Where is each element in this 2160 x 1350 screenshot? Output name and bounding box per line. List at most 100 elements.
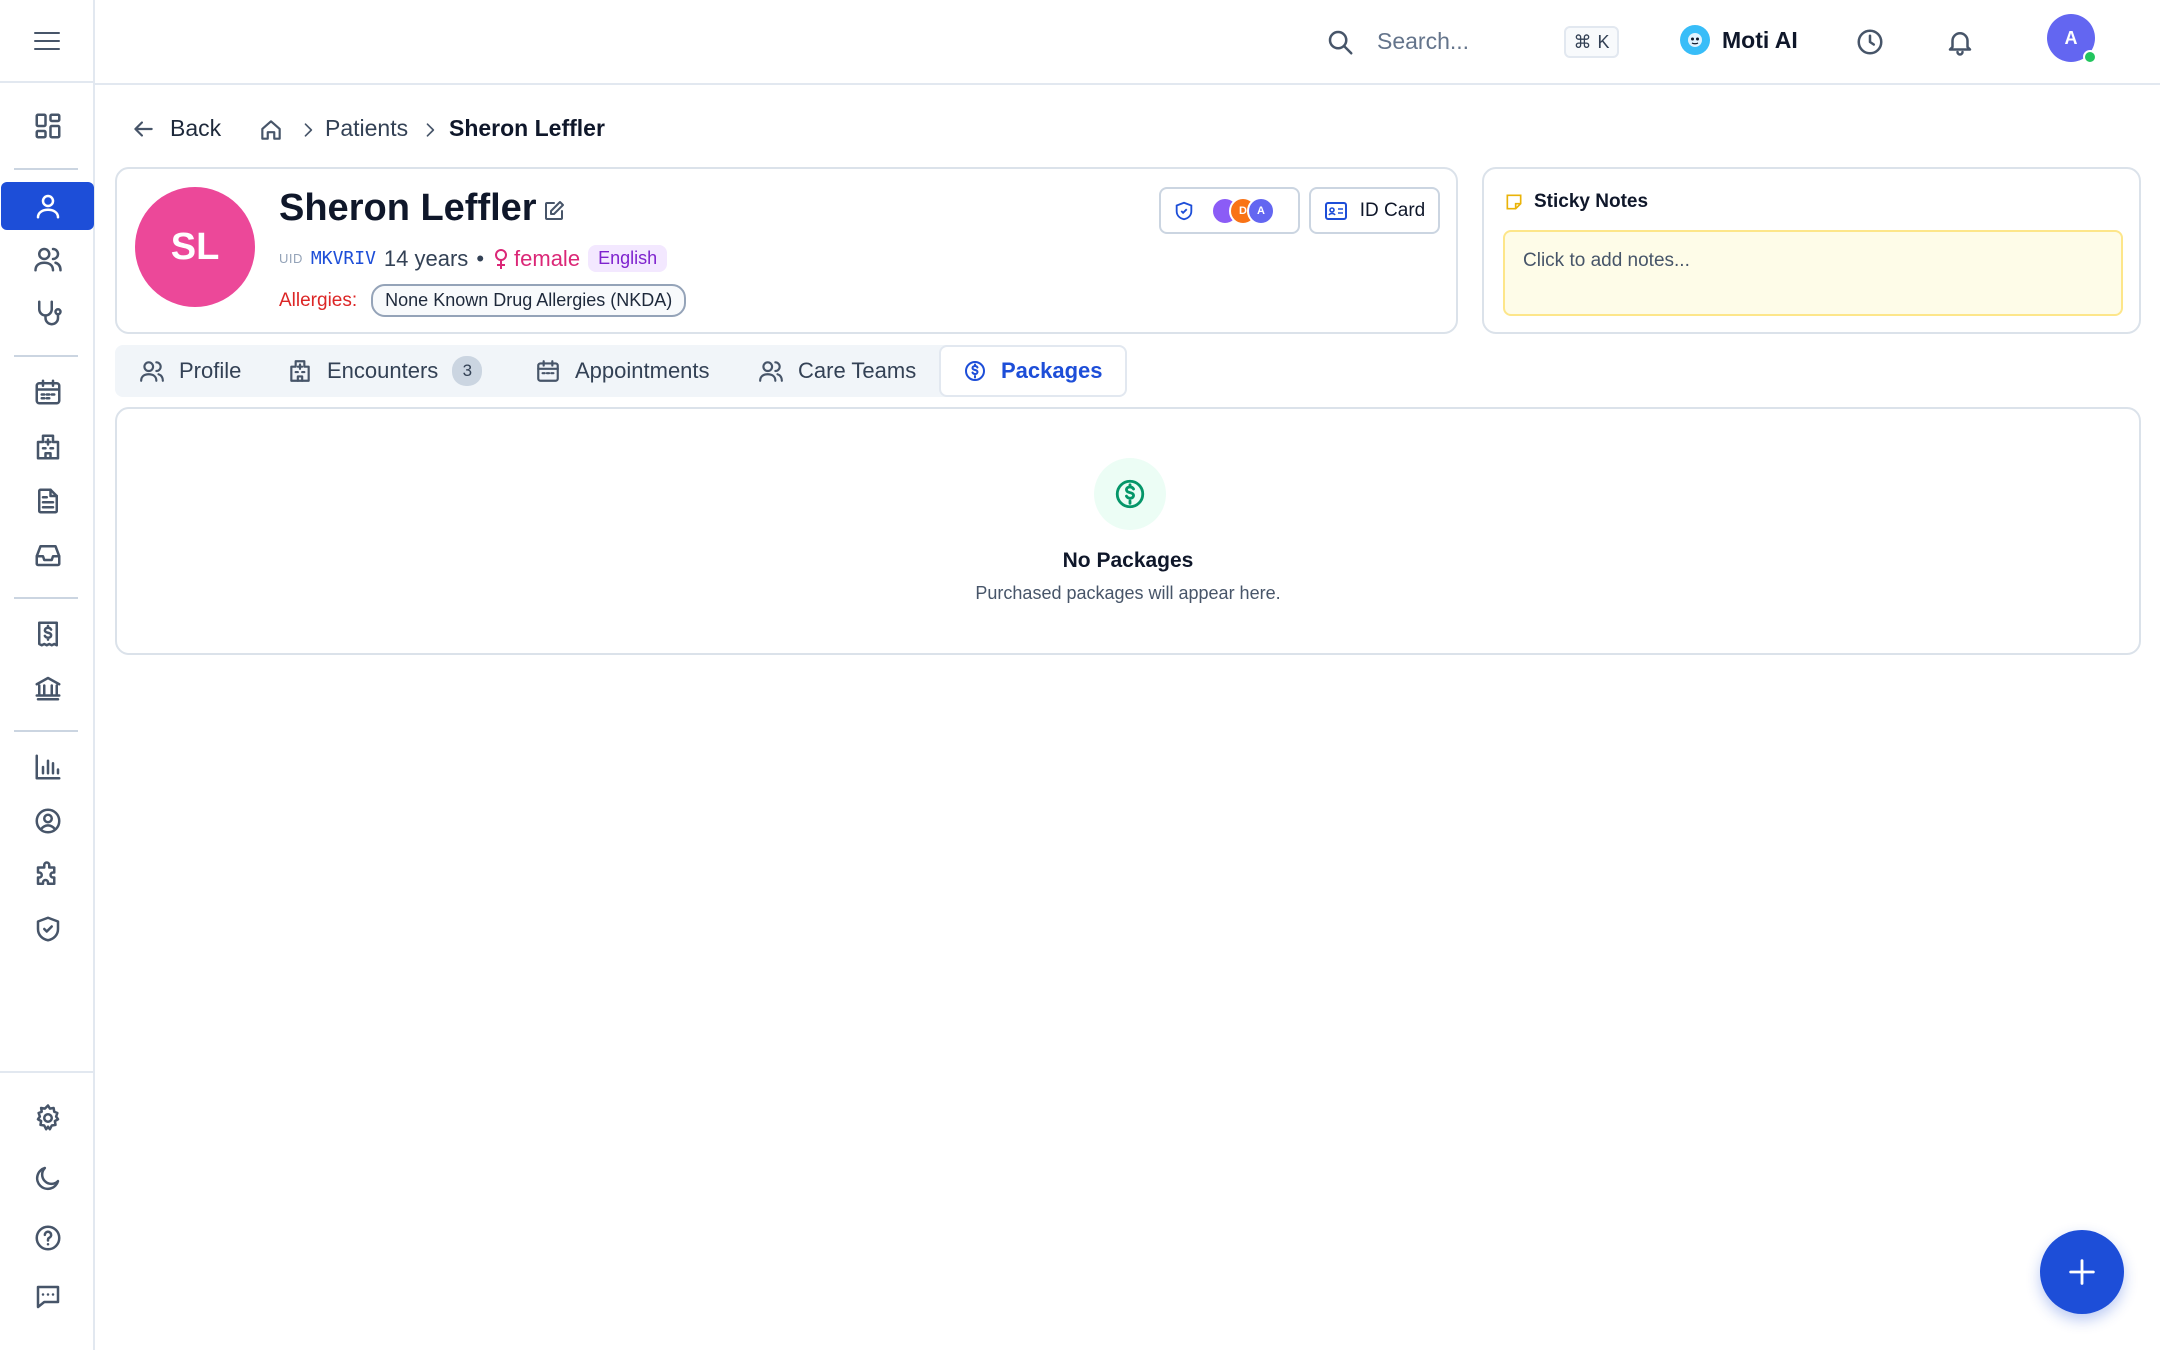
gear-icon <box>33 1103 63 1133</box>
sidebar-header <box>0 0 93 83</box>
tab-label: Encounters <box>327 358 439 383</box>
add-button[interactable] <box>2040 1230 2124 1314</box>
chevron-right-icon <box>298 120 318 140</box>
users-icon <box>139 358 165 384</box>
sidebar-divider <box>14 730 78 732</box>
patient-avatar: SL <box>135 187 255 307</box>
calendar-icon <box>535 358 561 384</box>
sidebar-divider <box>14 355 78 357</box>
hospital-icon <box>287 358 313 384</box>
sidebar-item-calendar[interactable] <box>0 368 95 416</box>
allergy-chip[interactable]: None Known Drug Allergies (NKDA) <box>371 284 687 317</box>
shortcut-key: K <box>1597 31 1610 52</box>
sticky-notes-input[interactable]: Click to add notes... <box>1503 230 2123 316</box>
plus-icon <box>2065 1255 2099 1289</box>
users-icon <box>758 358 784 384</box>
female-icon <box>492 248 510 270</box>
sidebar-item-security[interactable] <box>0 905 95 953</box>
puzzle-icon <box>33 860 63 890</box>
sidebar-item-settings[interactable] <box>0 1094 95 1142</box>
sidebar-divider <box>0 1071 95 1073</box>
dollar-circle-icon <box>963 359 987 383</box>
shield-icon <box>33 914 63 944</box>
tab-label: Profile <box>179 358 242 383</box>
sidebar-item-accounts[interactable] <box>0 797 95 845</box>
id-card-button[interactable]: ID Card <box>1309 187 1440 234</box>
tab-encounters[interactable]: Encounters 3 <box>287 345 483 397</box>
care-team-button[interactable]: D A <box>1159 187 1300 234</box>
language-badge: English <box>588 245 668 272</box>
sidebar-item-integrations[interactable] <box>0 851 95 899</box>
sidebar-item-inbox[interactable] <box>0 531 95 579</box>
calendar-icon <box>33 377 63 407</box>
sidebar-item-help[interactable] <box>0 1214 95 1262</box>
tab-label: Packages <box>1001 358 1103 383</box>
patient-gender: female <box>492 246 580 272</box>
sidebar-divider <box>14 168 78 170</box>
note-icon <box>1504 192 1524 212</box>
users-icon <box>33 244 63 274</box>
dollar-circle-icon <box>1094 458 1166 530</box>
sidebar-item-patient[interactable] <box>1 182 94 230</box>
top-header: Search... ⌘ K Moti AI A <box>95 0 2160 85</box>
patient-tabs: Profile Encounters 3 Appointments Care T… <box>115 345 1127 397</box>
tab-profile[interactable]: Profile <box>139 345 241 397</box>
sidebar-item-patients[interactable] <box>0 235 95 283</box>
tab-appointments[interactable]: Appointments <box>535 345 710 397</box>
tab-label: Appointments <box>575 358 710 383</box>
bank-icon <box>33 673 63 703</box>
care-team-avatars: D A <box>1211 196 1275 225</box>
tab-packages[interactable]: Packages <box>939 345 1127 397</box>
encounters-count-badge: 3 <box>452 356 483 386</box>
assistant-label: Moti AI <box>1722 26 1798 53</box>
id-card-label: ID Card <box>1359 199 1426 221</box>
sidebar-item-billing[interactable] <box>0 610 95 658</box>
care-team-avatar: A <box>1247 196 1275 225</box>
sidebar-item-theme[interactable] <box>0 1154 95 1202</box>
help-icon <box>33 1223 63 1253</box>
assistant-logo-icon <box>1680 25 1710 55</box>
empty-state-subtitle: Purchased packages will appear here. <box>975 583 1281 603</box>
breadcrumb-patients[interactable]: Patients <box>325 115 408 142</box>
menu-icon[interactable] <box>32 29 62 53</box>
sidebar-item-insurance[interactable] <box>0 664 95 712</box>
arrow-left-icon <box>130 116 156 142</box>
sticky-notes-title: Sticky Notes <box>1534 191 1649 212</box>
sidebar-item-reports[interactable] <box>0 743 95 791</box>
moon-icon <box>33 1163 63 1193</box>
id-card-icon <box>1324 201 1348 221</box>
allergies-label: Allergies: <box>279 289 358 311</box>
patient-meta: UID MKVRIV 14 years • female English <box>279 245 668 272</box>
chevron-right-icon <box>420 120 440 140</box>
patient-name: Sheron Leffler <box>279 187 537 229</box>
sidebar-item-dashboard[interactable] <box>0 102 95 150</box>
history-icon[interactable] <box>1855 27 1885 57</box>
meta-separator: • <box>476 245 485 271</box>
command-key: ⌘ <box>1573 31 1592 52</box>
bell-icon[interactable] <box>1945 27 1975 57</box>
stethoscope-icon <box>33 298 63 328</box>
online-status-dot <box>2083 50 2097 64</box>
back-button[interactable]: Back <box>130 115 221 142</box>
patient-header-card: SL Sheron Leffler UID MKVRIV 14 years • … <box>115 167 1458 334</box>
search-input[interactable]: Search... <box>1377 28 1469 55</box>
dashboard-icon <box>33 111 63 141</box>
home-icon[interactable] <box>258 117 284 143</box>
patient-uid: MKVRIV <box>310 248 376 269</box>
user-icon <box>33 191 63 221</box>
sidebar-item-feedback[interactable] <box>0 1273 95 1321</box>
sidebar-item-documents[interactable] <box>0 477 95 525</box>
uid-label: UID <box>279 251 303 266</box>
assistant-button[interactable]: Moti AI <box>1680 25 1798 55</box>
sidebar-item-clinical[interactable] <box>0 289 95 337</box>
chart-icon <box>33 752 63 782</box>
edit-icon[interactable] <box>542 199 566 223</box>
back-label: Back <box>170 115 222 141</box>
search-shortcut: ⌘ K <box>1564 26 1619 58</box>
inbox-icon <box>33 540 63 570</box>
tab-care-teams[interactable]: Care Teams <box>758 345 916 397</box>
sidebar-item-facilities[interactable] <box>0 423 95 471</box>
document-icon <box>33 486 63 516</box>
sidebar-divider <box>14 597 78 599</box>
search-icon[interactable] <box>1325 27 1355 57</box>
